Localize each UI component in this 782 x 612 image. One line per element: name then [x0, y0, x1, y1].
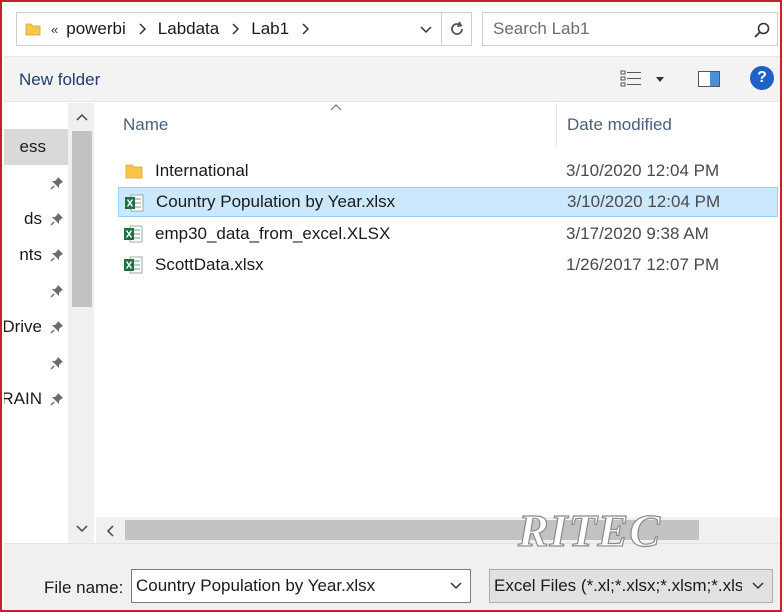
chevron-right-icon[interactable]	[230, 22, 240, 36]
search-box[interactable]: Search Lab1	[482, 12, 778, 46]
pin-icon[interactable]	[50, 176, 64, 190]
chevron-down-icon[interactable]	[419, 22, 433, 36]
file-date-modified: 3/17/2020 9:38 AM	[566, 224, 709, 243]
breadcrumb-powerbi[interactable]: powerbi	[66, 19, 126, 39]
address-row: « powerbi Labdata Lab1 Search Lab1	[4, 4, 780, 54]
sort-ascending-icon	[330, 104, 342, 111]
file-type-filter-value[interactable]: Excel Files (*.xl;*.xlsx;*.xlsm;*.xlsb	[494, 576, 753, 596]
excel-file-icon	[125, 194, 144, 212]
file-name: Country Population by Year.xlsx	[156, 192, 396, 211]
chevron-down-icon[interactable]	[752, 582, 764, 590]
pin-icon[interactable]	[50, 248, 64, 262]
file-date-modified: 1/26/2017 12:07 PM	[566, 255, 720, 274]
nav-vertical-scrollbar[interactable]	[68, 103, 94, 543]
pin-icon[interactable]	[50, 356, 64, 370]
overflow-chevron-icon[interactable]: «	[51, 22, 58, 37]
nav-item[interactable]: ess	[4, 129, 68, 165]
column-header-name[interactable]: Name	[123, 103, 168, 147]
file-row[interactable]: ScottData.xlsx 1/26/2017 12:07 PM	[118, 250, 778, 280]
file-name-input[interactable]: Country Population by Year.xlsx	[131, 569, 471, 603]
scroll-up-icon[interactable]	[76, 113, 88, 121]
nav-item[interactable]: TRAIN	[4, 381, 68, 417]
breadcrumb-labdata[interactable]: Labdata	[158, 19, 219, 39]
breadcrumb-lab1[interactable]: Lab1	[251, 19, 289, 39]
search-icon[interactable]	[753, 21, 771, 39]
nav-item-label: Drive	[4, 317, 42, 336]
excel-file-icon	[124, 256, 143, 274]
address-bar[interactable]: « powerbi Labdata Lab1	[16, 12, 472, 46]
file-open-dialog: « powerbi Labdata Lab1 Search Lab1 New f…	[0, 0, 782, 612]
file-name-label: File name:	[44, 578, 124, 597]
nav-item-label: TRAIN	[4, 389, 42, 408]
nav-item-label: ds	[24, 209, 42, 228]
ritec-watermark-logo: RITEC	[516, 504, 661, 554]
nav-item[interactable]	[4, 165, 68, 201]
folder-icon	[125, 164, 143, 179]
help-button[interactable]: ?	[750, 66, 774, 90]
search-placeholder[interactable]: Search Lab1	[493, 19, 589, 39]
chevron-right-icon[interactable]	[137, 22, 147, 36]
change-view-icon[interactable]	[620, 69, 642, 89]
refresh-icon	[450, 21, 463, 35]
nav-item[interactable]: nts	[4, 237, 68, 273]
scroll-down-icon[interactable]	[76, 525, 88, 533]
excel-file-icon	[124, 225, 143, 243]
file-name: International	[155, 161, 249, 180]
command-bar: New folder ?	[4, 56, 780, 102]
column-header-date-modified[interactable]: Date modified	[567, 103, 672, 147]
refresh-button[interactable]	[441, 13, 471, 45]
pin-icon[interactable]	[50, 284, 64, 298]
scroll-left-icon[interactable]	[106, 525, 114, 537]
nav-list: ess ds nts Drive TRAIN	[4, 103, 68, 543]
nav-item[interactable]	[4, 273, 68, 309]
file-name: emp30_data_from_excel.XLSX	[155, 224, 391, 243]
folder-icon	[25, 23, 41, 36]
view-dropdown-icon[interactable]	[655, 76, 665, 84]
file-row[interactable]: Country Population by Year.xlsx 3/10/2020…	[118, 187, 778, 217]
pin-icon[interactable]	[50, 212, 64, 226]
file-date-modified: 3/10/2020 12:04 PM	[567, 192, 721, 211]
file-name-value[interactable]: Country Population by Year.xlsx	[136, 576, 375, 596]
pin-icon[interactable]	[50, 392, 64, 406]
file-type-filter-select[interactable]: Excel Files (*.xl;*.xlsx;*.xlsm;*.xlsb	[489, 569, 773, 603]
watermark-text: RITEC	[517, 505, 661, 554]
nav-item[interactable]: ds	[4, 201, 68, 237]
nav-item[interactable]	[4, 345, 68, 381]
chevron-right-icon[interactable]	[300, 22, 310, 36]
pin-icon[interactable]	[50, 320, 64, 334]
file-date-modified: 3/10/2020 12:04 PM	[566, 161, 720, 180]
file-row[interactable]: emp30_data_from_excel.XLSX 3/17/2020 9:38…	[118, 219, 778, 249]
column-divider[interactable]	[556, 103, 557, 147]
file-row[interactable]: International 3/10/2020 12:04 PM	[118, 156, 778, 186]
file-name: ScottData.xlsx	[155, 255, 264, 274]
scroll-thumb[interactable]	[72, 131, 92, 307]
new-folder-button[interactable]: New folder	[19, 70, 100, 90]
chevron-down-icon[interactable]	[450, 582, 462, 590]
preview-pane-icon[interactable]	[698, 71, 720, 87]
file-list: Name Date modified International 3/10/202…	[96, 103, 780, 543]
nav-item[interactable]: Drive	[4, 309, 68, 345]
nav-item-label: nts	[19, 245, 42, 264]
navigation-pane: ess ds nts Drive TRAIN	[4, 103, 94, 543]
nav-item-label: ess	[19, 137, 46, 156]
